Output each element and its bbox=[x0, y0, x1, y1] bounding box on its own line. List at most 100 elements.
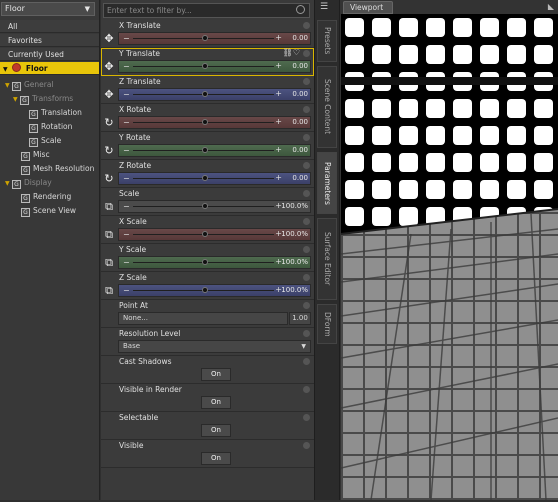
property-slider[interactable]: − +100.0% bbox=[118, 228, 311, 241]
slider-knob[interactable] bbox=[201, 63, 208, 69]
gear-icon[interactable] bbox=[303, 246, 310, 253]
scale-icon[interactable]: ⧉ bbox=[102, 256, 116, 269]
property-slider[interactable]: − +0.00 bbox=[118, 172, 311, 185]
gear-icon[interactable] bbox=[303, 134, 310, 141]
slider-knob[interactable] bbox=[201, 119, 208, 125]
property-value[interactable]: 0.00 bbox=[292, 61, 308, 72]
gear-icon[interactable] bbox=[303, 274, 310, 281]
gear-icon[interactable] bbox=[303, 106, 310, 113]
slider-knob[interactable] bbox=[201, 259, 208, 265]
gear-icon[interactable] bbox=[303, 22, 310, 29]
slider-knob[interactable] bbox=[201, 91, 208, 97]
group-icon: G bbox=[20, 96, 29, 105]
gear-icon[interactable] bbox=[303, 358, 310, 365]
tab-scene-content[interactable]: Scene Content bbox=[317, 66, 337, 148]
gear-icon[interactable] bbox=[303, 386, 310, 393]
property-slider[interactable]: − +0.00 bbox=[118, 116, 311, 129]
property-value[interactable]: 0.00 bbox=[292, 33, 308, 44]
toggle-button[interactable]: On bbox=[201, 452, 231, 465]
scale-icon[interactable]: ⧉ bbox=[102, 200, 116, 213]
slider-knob[interactable] bbox=[201, 203, 208, 209]
rotate-icon[interactable]: ↻ bbox=[102, 144, 116, 157]
slider-knob[interactable] bbox=[201, 175, 208, 181]
gear-icon[interactable] bbox=[303, 330, 310, 337]
increment-icon[interactable]: + bbox=[275, 144, 282, 155]
toggle-button[interactable]: On bbox=[201, 368, 231, 381]
filter-favorites[interactable]: Favorites bbox=[0, 34, 99, 47]
move-icon[interactable]: ✥ bbox=[102, 60, 116, 73]
gear-icon[interactable] bbox=[303, 162, 310, 169]
decrement-icon[interactable]: − bbox=[123, 33, 130, 44]
property-slider[interactable]: − +100.0% bbox=[118, 256, 311, 269]
property-value[interactable]: 0.00 bbox=[292, 117, 308, 128]
slider-knob[interactable] bbox=[201, 147, 208, 153]
close-icon[interactable]: ◣ bbox=[548, 2, 554, 11]
move-icon[interactable]: ✥ bbox=[102, 32, 116, 45]
filter-currently-used[interactable]: Currently Used bbox=[0, 48, 99, 61]
viewport-canvas[interactable] bbox=[340, 14, 558, 501]
tree-item-transforms[interactable]: ▼ G Transforms bbox=[13, 92, 112, 106]
decrement-icon[interactable]: − bbox=[123, 229, 130, 240]
tab-dform[interactable]: DForm bbox=[317, 304, 337, 344]
property-value[interactable]: 100.0% bbox=[281, 201, 308, 212]
scale-icon[interactable]: ⧉ bbox=[102, 228, 116, 241]
property-value[interactable]: 0.00 bbox=[292, 145, 308, 156]
slider-knob[interactable] bbox=[201, 35, 208, 41]
resolution-level-dropdown[interactable]: Base ▼ bbox=[118, 340, 311, 353]
tab-presets[interactable]: Presets bbox=[317, 20, 337, 62]
tree-item-general[interactable]: ▼ G General bbox=[5, 78, 104, 92]
property-value[interactable]: 0.00 bbox=[292, 173, 308, 184]
decrement-icon[interactable]: − bbox=[123, 117, 130, 128]
decrement-icon[interactable]: − bbox=[123, 89, 130, 100]
increment-icon[interactable]: + bbox=[275, 172, 282, 183]
property-value[interactable]: 100.0% bbox=[281, 229, 308, 240]
rotate-icon[interactable]: ↻ bbox=[102, 172, 116, 185]
gear-icon[interactable] bbox=[303, 50, 310, 57]
slider-knob[interactable] bbox=[201, 231, 208, 237]
slider-knob[interactable] bbox=[201, 287, 208, 293]
decrement-icon[interactable]: − bbox=[123, 257, 130, 268]
node-selector[interactable]: Floor ▼ bbox=[1, 2, 95, 16]
property-slider[interactable]: − +0.00 bbox=[118, 144, 311, 157]
tab-surface-editor[interactable]: Surface Editor bbox=[317, 218, 337, 300]
decrement-icon[interactable]: − bbox=[123, 285, 130, 296]
property-slider[interactable]: − +0.00 bbox=[118, 60, 311, 73]
increment-icon[interactable]: + bbox=[275, 60, 282, 71]
menu-icon[interactable]: ☰ bbox=[320, 2, 328, 12]
gear-icon[interactable] bbox=[303, 414, 310, 421]
property-value[interactable]: 100.0% bbox=[281, 257, 308, 268]
toggle-button[interactable]: On bbox=[201, 396, 231, 409]
tab-parameters[interactable]: Parameters bbox=[317, 152, 337, 214]
point-at-field[interactable]: None... bbox=[118, 312, 288, 325]
toggle-button[interactable]: On bbox=[201, 424, 231, 437]
decrement-icon[interactable]: − bbox=[123, 201, 130, 212]
property-slider[interactable]: − +0.00 bbox=[118, 32, 311, 45]
gear-icon[interactable] bbox=[303, 190, 310, 197]
filter-search-input[interactable]: Enter text to filter by... bbox=[103, 3, 310, 18]
gear-icon[interactable] bbox=[303, 218, 310, 225]
scale-icon[interactable]: ⧉ bbox=[102, 284, 116, 297]
property-slider[interactable]: − +100.0% bbox=[118, 200, 311, 213]
move-icon[interactable]: ✥ bbox=[102, 88, 116, 101]
decrement-icon[interactable]: − bbox=[123, 173, 130, 184]
property-value[interactable]: 100.0% bbox=[281, 285, 308, 296]
property-value[interactable]: 0.00 bbox=[292, 89, 308, 100]
gear-icon[interactable] bbox=[303, 78, 310, 85]
increment-icon[interactable]: + bbox=[275, 116, 282, 127]
rotate-icon[interactable]: ↻ bbox=[102, 116, 116, 129]
property-slider[interactable]: − +100.0% bbox=[118, 284, 311, 297]
decrement-icon[interactable]: − bbox=[123, 145, 130, 156]
decrement-icon[interactable]: − bbox=[123, 61, 130, 72]
tree-item-display[interactable]: ▼ G Display bbox=[5, 176, 104, 190]
filter-all[interactable]: All bbox=[0, 20, 99, 33]
link-heart-icons[interactable]: ⛓♡ bbox=[283, 48, 300, 57]
gear-icon[interactable] bbox=[303, 442, 310, 449]
point-at-number[interactable]: 1.00 bbox=[289, 312, 311, 325]
tree-item-floor[interactable]: ▼ Floor bbox=[0, 62, 99, 75]
property-slider[interactable]: − +0.00 bbox=[118, 88, 311, 101]
increment-icon[interactable]: + bbox=[275, 88, 282, 99]
increment-icon[interactable]: + bbox=[275, 32, 282, 43]
tab-label: Viewport bbox=[350, 3, 384, 12]
tab-viewport[interactable]: Viewport bbox=[343, 1, 393, 14]
gear-icon[interactable] bbox=[303, 302, 310, 309]
